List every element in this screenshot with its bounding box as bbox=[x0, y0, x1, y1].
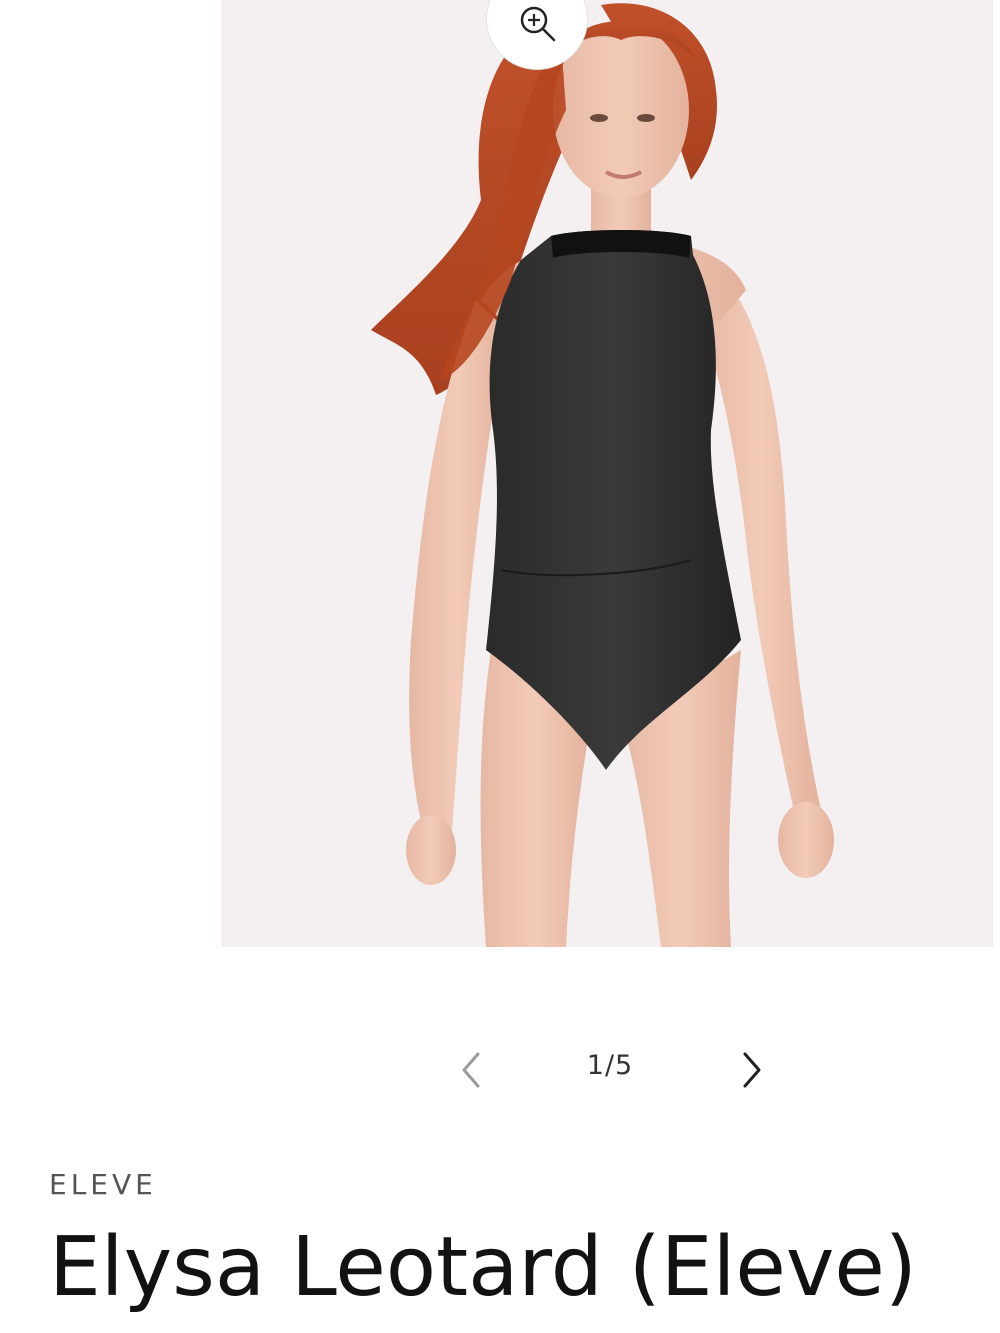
chevron-left-icon bbox=[462, 1052, 480, 1088]
product-vendor: ELEVE bbox=[49, 1168, 157, 1201]
zoom-in-icon bbox=[520, 6, 556, 42]
product-page: 1/5 ELEVE Elysa Leotard (Eleve) bbox=[0, 0, 1000, 1333]
product-image[interactable] bbox=[221, 0, 993, 947]
product-title: Elysa Leotard (Eleve) bbox=[49, 1220, 917, 1315]
image-counter: 1/5 bbox=[586, 1050, 634, 1081]
product-photo bbox=[221, 0, 993, 947]
previous-image-button[interactable] bbox=[452, 1046, 492, 1090]
next-image-button[interactable] bbox=[733, 1046, 773, 1090]
image-pager: 1/5 bbox=[0, 1040, 1000, 1100]
chevron-right-icon bbox=[743, 1052, 761, 1088]
